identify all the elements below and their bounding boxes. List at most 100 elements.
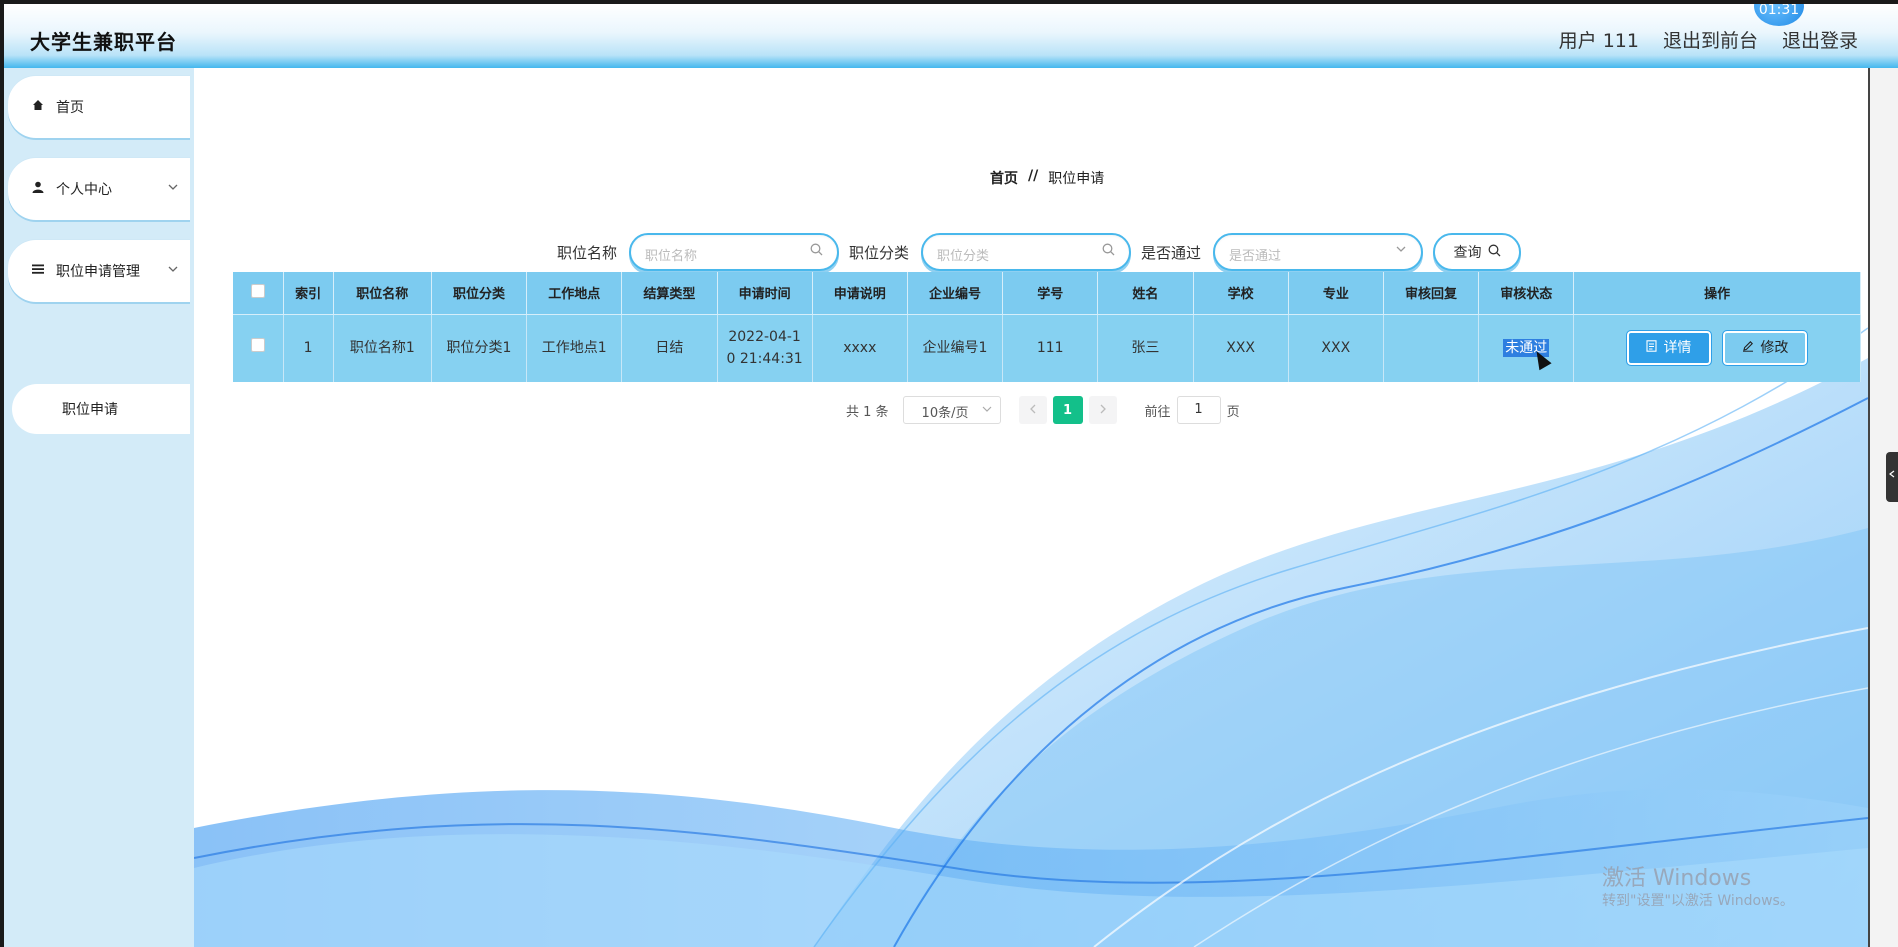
sidebar-subitem-job-application[interactable]: 职位申请 (12, 384, 190, 434)
prev-page-button[interactable] (1018, 396, 1047, 424)
query-button-label: 查询 (1453, 245, 1482, 261)
search-icon (810, 243, 823, 260)
exit-to-front-link[interactable]: 退出到前台 (1663, 26, 1758, 53)
column-header: 职位分类 (431, 272, 528, 314)
document-icon (1646, 337, 1657, 359)
main-content: 首页 // 职位申请 职位名称 职位名称 职位分类 职位分类 是否通过 是否通过… (194, 68, 1868, 947)
column-header: 姓名 (1097, 272, 1194, 314)
cell-location: 工作地点1 (526, 313, 623, 382)
page-number-active[interactable]: 1 (1052, 396, 1083, 424)
detail-button[interactable]: 详情 (1625, 330, 1712, 367)
chevron-down-icon (168, 180, 178, 194)
chevron-left-icon (1029, 402, 1037, 418)
edit-button-label: 修改 (1760, 340, 1789, 357)
detail-button-label: 详情 (1663, 340, 1692, 357)
wave-background (194, 327, 1868, 947)
column-header: 审核状态 (1478, 272, 1575, 314)
query-button[interactable]: 查询 (1433, 233, 1522, 271)
goto-label: 前往 (1144, 404, 1171, 420)
cell-student-id: 111 (1002, 313, 1099, 382)
search-bar: 职位名称 职位名称 职位分类 职位分类 是否通过 是否通过 查询 (557, 233, 1522, 271)
select-all-checkbox[interactable] (250, 283, 265, 298)
row-checkbox[interactable] (250, 338, 265, 353)
job-category-label: 职位分类 (849, 243, 910, 262)
column-header: 职位名称 (333, 272, 432, 314)
column-header: 学号 (1002, 272, 1099, 314)
column-header: 申请时间 (717, 272, 813, 314)
column-header: 工作地点 (526, 272, 623, 314)
column-header: 结算类型 (621, 272, 718, 314)
column-header: 企业编号 (907, 272, 1004, 314)
table-row: 1 职位名称1 职位分类1 工作地点1 日结 2022-04-1 0 21:44… (233, 313, 1861, 382)
next-page-button[interactable] (1088, 396, 1117, 424)
column-header: 专业 (1288, 272, 1384, 314)
user-icon (32, 181, 50, 197)
application-table: 索引 职位名称 职位分类 工作地点 结算类型 申请时间 申请说明 企业编号 学号… (233, 272, 1861, 382)
chevron-right-icon (1099, 402, 1107, 418)
cell-major: XXX (1288, 313, 1384, 382)
cell-settle-type: 日结 (621, 313, 718, 382)
column-header: 操作 (1573, 272, 1861, 314)
job-category-input[interactable]: 职位分类 (921, 233, 1132, 271)
apply-time-line2: 0 21:44:31 (726, 351, 803, 368)
sidebar-item-application-management[interactable]: 职位申请管理 (8, 240, 190, 302)
row-checkbox-cell[interactable] (233, 313, 284, 382)
breadcrumb: 首页 // 职位申请 (990, 168, 1104, 188)
cell-company-id: 企业编号1 (907, 313, 1004, 382)
cell-apply-desc: xxxx (812, 313, 908, 382)
right-collapse-handle[interactable] (1886, 452, 1898, 502)
job-name-placeholder: 职位名称 (645, 249, 698, 264)
cell-job-category: 职位分类1 (431, 313, 528, 382)
list-icon (32, 263, 50, 279)
column-header: 索引 (283, 272, 334, 314)
column-header: 申请说明 (812, 272, 908, 314)
sidebar-item-label: 个人中心 (56, 182, 112, 198)
job-name-input[interactable]: 职位名称 (629, 233, 840, 271)
top-bar: 大学生兼职平台 用户 111 退出到前台 退出登录 (4, 4, 1898, 68)
chevron-down-icon (168, 262, 178, 276)
sidebar-item-home[interactable]: 首页 (8, 76, 190, 138)
breadcrumb-separator: // (1028, 168, 1039, 184)
cell-student-name: 张三 (1097, 313, 1194, 382)
cell-school: XXX (1193, 313, 1289, 382)
cell-review-status: 未通过 (1478, 313, 1575, 382)
chevron-down-icon (982, 403, 992, 416)
select-all-cell[interactable] (233, 272, 284, 314)
sidebar-item-label: 首页 (56, 100, 84, 116)
page-size-value: 10条/页 (921, 406, 969, 421)
total-count: 共 1 条 (846, 404, 889, 420)
sidebar: 首页 个人中心 职位申请管理 职位申请 (4, 68, 194, 947)
cell-index: 1 (283, 313, 334, 382)
user-label[interactable]: 用户 111 (1559, 26, 1639, 53)
column-header: 学校 (1193, 272, 1289, 314)
cell-job-name: 职位名称1 (333, 313, 432, 382)
page-unit-label: 页 (1226, 404, 1240, 420)
passed-placeholder: 是否通过 (1229, 249, 1282, 264)
right-scroll-strip (1868, 68, 1898, 947)
column-header: 审核回复 (1383, 272, 1480, 314)
page-size-select[interactable]: 10条/页 (902, 396, 1001, 424)
breadcrumb-current: 职位申请 (1048, 171, 1105, 187)
cell-actions: 详情 修改 (1573, 313, 1861, 382)
job-category-placeholder: 职位分类 (937, 249, 990, 264)
passed-select[interactable]: 是否通过 (1213, 233, 1424, 271)
search-icon (1102, 243, 1115, 260)
chevron-left-icon (1889, 470, 1895, 481)
sidebar-item-personal-center[interactable]: 个人中心 (8, 158, 190, 220)
goto-page-input[interactable]: 1 (1176, 396, 1221, 424)
home-icon (32, 99, 50, 115)
activation-watermark-title: 激活 Windows (1602, 866, 1752, 891)
activation-watermark-subtitle: 转到"设置"以激活 Windows。 (1602, 893, 1794, 909)
search-icon (1488, 244, 1501, 261)
passed-label: 是否通过 (1141, 243, 1202, 262)
app-title: 大学生兼职平台 (30, 30, 177, 54)
edit-icon (1742, 337, 1754, 359)
edit-button[interactable]: 修改 (1722, 330, 1809, 367)
cell-apply-time: 2022-04-1 0 21:44:31 (717, 313, 813, 382)
logout-link[interactable]: 退出登录 (1782, 26, 1858, 53)
breadcrumb-home[interactable]: 首页 (990, 168, 1018, 188)
chevron-down-icon (1395, 243, 1407, 259)
cell-review-reply (1383, 313, 1480, 382)
pagination: 共 1 条 10条/页 1 前往 1 页 (846, 396, 1240, 424)
table-header-row: 索引 职位名称 职位分类 工作地点 结算类型 申请时间 申请说明 企业编号 学号… (233, 272, 1861, 314)
